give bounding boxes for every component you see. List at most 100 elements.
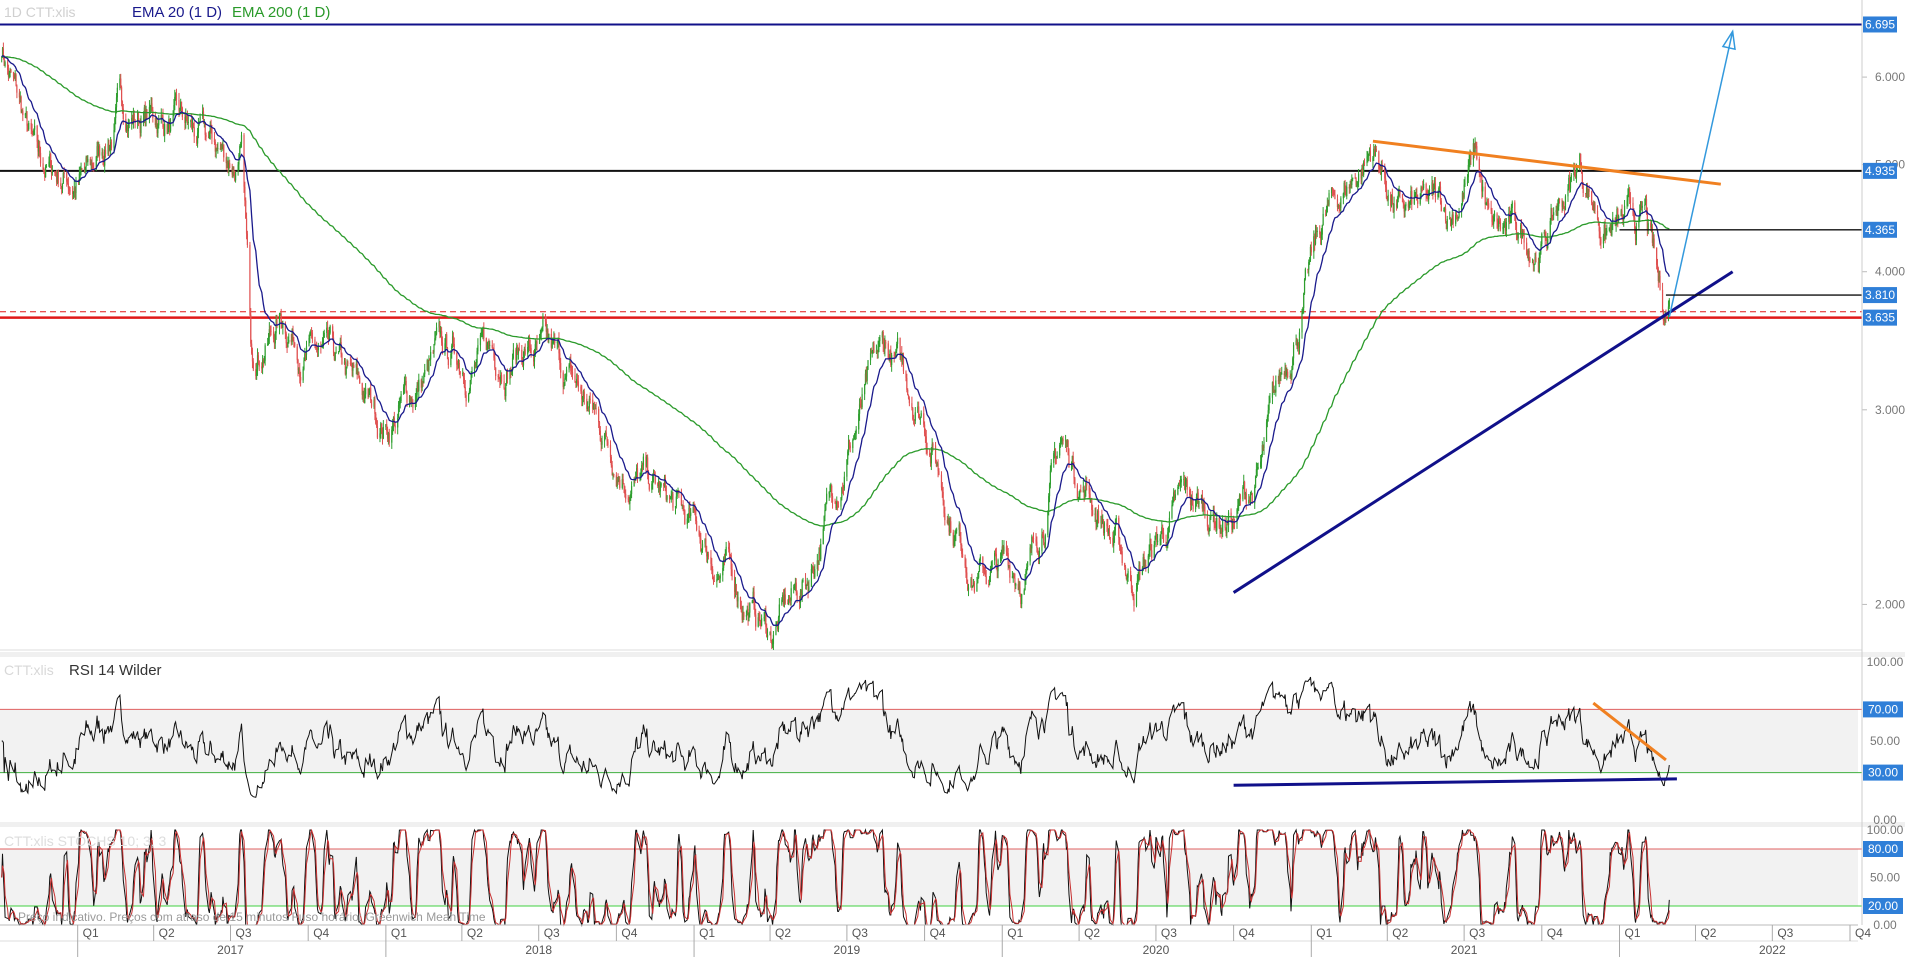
candle-body xyxy=(861,394,863,408)
candle-body xyxy=(1287,371,1289,378)
candle-body xyxy=(1499,221,1502,230)
price-candle xyxy=(197,117,200,139)
price-candle xyxy=(574,368,576,383)
target-arrow[interactable] xyxy=(1668,31,1734,318)
price-candle xyxy=(412,399,414,413)
price-candle xyxy=(1570,173,1572,183)
price-candle xyxy=(1015,582,1017,590)
candle-body xyxy=(288,339,290,343)
rsi-rising-trendline[interactable] xyxy=(1233,777,1677,787)
price-panel[interactable]: 2.0003.0004.0005.0006.0006.6954.9354.365… xyxy=(0,16,1905,657)
rsi-tag: 70.00 xyxy=(1868,702,1898,716)
price-candle xyxy=(1352,177,1354,182)
candle-body xyxy=(1588,189,1590,192)
candle-body xyxy=(636,468,639,479)
ema200-line xyxy=(1,55,1670,527)
price-candle xyxy=(790,581,792,606)
price-candle xyxy=(447,357,449,369)
candle-body xyxy=(164,124,166,136)
candle-body xyxy=(1192,505,1194,510)
candle-body xyxy=(405,380,407,392)
candle-body xyxy=(1647,223,1649,230)
candle-body xyxy=(672,493,674,508)
price-candle xyxy=(625,489,627,503)
candle-body xyxy=(982,557,984,567)
candle-body xyxy=(334,353,336,360)
candle-body xyxy=(430,351,432,360)
candle-body xyxy=(1661,289,1664,312)
candle-body xyxy=(770,632,772,641)
candle-body xyxy=(1621,210,1623,215)
ema200-legend[interactable]: EMA 200 (1 D) xyxy=(232,4,330,21)
candle-body xyxy=(885,342,887,344)
price-candle xyxy=(1269,393,1271,404)
candle-body xyxy=(1162,532,1165,542)
price-candle xyxy=(1340,196,1342,213)
falling-resistance-trendline[interactable] xyxy=(1372,139,1721,186)
price-candle xyxy=(1038,547,1041,565)
candle-body xyxy=(370,400,373,407)
price-candle xyxy=(205,132,207,142)
candle-body xyxy=(1444,208,1447,221)
quarter-label: Q2 xyxy=(1084,926,1100,940)
candle-body xyxy=(81,168,83,170)
candle-body xyxy=(1092,509,1094,515)
price-candle xyxy=(388,428,390,447)
price-candle xyxy=(69,186,71,195)
candle-body xyxy=(270,330,272,332)
price-candle xyxy=(299,371,302,387)
price-candle xyxy=(468,392,470,403)
candle-body xyxy=(583,391,585,399)
price-candle xyxy=(619,476,621,490)
candle-body xyxy=(491,344,493,348)
price-candle xyxy=(571,365,574,380)
price-candle xyxy=(978,570,980,579)
candle-body xyxy=(595,408,597,410)
candle-body xyxy=(1050,462,1052,471)
candle-body xyxy=(276,320,278,328)
candle-body xyxy=(790,588,792,601)
candle-body xyxy=(223,144,225,158)
ema20-legend[interactable]: EMA 20 (1 D) xyxy=(132,4,222,21)
candle-body xyxy=(1157,540,1159,542)
candle-body xyxy=(468,393,470,402)
candle-body xyxy=(280,313,282,323)
candle-body xyxy=(1629,197,1632,203)
candle-body xyxy=(44,166,47,178)
price-candle xyxy=(536,334,538,351)
candle-body xyxy=(1222,519,1224,532)
candle-body xyxy=(737,597,739,602)
price-candle xyxy=(1322,207,1324,226)
candle-body xyxy=(1015,584,1017,586)
candle-body xyxy=(1328,193,1330,205)
rsi-panel[interactable]: 100.0070.0050.0030.000.00 xyxy=(0,655,1905,827)
candle-body xyxy=(1275,380,1277,393)
candle-body xyxy=(1623,205,1626,215)
quarter-label: Q4 xyxy=(1855,926,1871,940)
candle-body xyxy=(1551,207,1553,216)
candle-body xyxy=(146,109,148,119)
price-candle xyxy=(737,591,739,609)
price-candle xyxy=(1653,234,1655,249)
price-candle xyxy=(1003,540,1005,554)
candle-body xyxy=(382,426,384,439)
quarter-label: Q1 xyxy=(1007,926,1023,940)
price-candle xyxy=(164,119,166,143)
candle-body xyxy=(175,94,178,101)
candle-body xyxy=(285,333,287,344)
candle-body xyxy=(766,634,769,638)
price-candle xyxy=(282,320,284,335)
candle-body xyxy=(1003,546,1005,552)
candle-body xyxy=(322,337,324,344)
rsi-legend[interactable]: RSI 14 Wilder xyxy=(69,662,162,679)
quarter-label: Q4 xyxy=(930,926,946,940)
candle-body xyxy=(642,456,645,466)
chart-canvas[interactable]: 2.0003.0004.0005.0006.0006.6954.9354.365… xyxy=(0,0,1905,957)
price-candle xyxy=(446,332,448,349)
price-candle xyxy=(1151,544,1153,562)
candle-body xyxy=(826,493,828,504)
price-candle xyxy=(99,144,101,162)
price-candle xyxy=(382,420,384,440)
price-candle xyxy=(495,367,497,381)
rsi-tick-label: 50.00 xyxy=(1870,734,1900,748)
